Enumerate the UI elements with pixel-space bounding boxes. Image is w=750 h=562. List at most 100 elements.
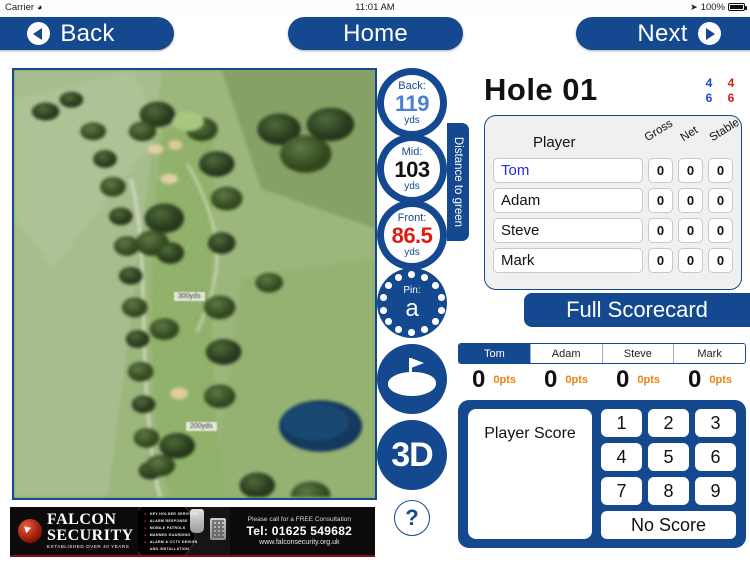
player-score-display[interactable]: Player Score — [468, 409, 592, 539]
distance-to-green-tab: Distance to green — [447, 123, 469, 241]
player-name-field[interactable]: Mark — [493, 248, 643, 273]
ad-service-list: KEY HOLDER SERVICES ALARM RESPONSE MOBIL… — [145, 511, 201, 553]
list-item: ALARM RESPONSE — [145, 518, 201, 525]
battery-full-icon — [728, 3, 747, 11]
three-d-view-button[interactable]: 3D — [377, 420, 447, 490]
score-group-mark: 0 0pts — [674, 365, 746, 395]
player-tab-bar: Tom Adam Steve Mark — [458, 343, 746, 364]
net-value: 0 — [678, 158, 703, 183]
table-row[interactable]: Steve 0 0 0 — [493, 218, 733, 243]
points-value: 0pts — [565, 374, 588, 386]
tab-player-tom[interactable]: Tom — [459, 344, 531, 363]
column-header-player: Player — [533, 134, 576, 151]
list-item: MOBILE PATROLS — [145, 525, 201, 532]
ad-cta-text: Please call for a FREE Consultation — [247, 516, 351, 523]
front-distance-value: 86.5 — [391, 222, 433, 248]
home-button[interactable]: Home — [288, 17, 463, 50]
three-d-label: 3D — [391, 435, 433, 474]
column-header-stable: Stable — [707, 116, 742, 144]
ad-brand-line2: SECURITY — [47, 527, 134, 545]
clock-label: 11:01 AM — [355, 1, 395, 13]
pin-position-button[interactable]: Pin: a — [377, 268, 447, 338]
key-6[interactable]: 6 — [695, 443, 736, 471]
page-title: Hole 01 — [484, 72, 598, 107]
table-row[interactable]: Adam 0 0 0 — [493, 188, 733, 213]
score-group-tom: 0 0pts — [458, 365, 530, 395]
net-value: 0 — [678, 248, 703, 273]
key-2[interactable]: 2 — [648, 409, 689, 437]
golf-gps-app: Carrier ◕ 11:01 AM ➤ 100% Back Home Next — [0, 0, 750, 562]
player-name-field[interactable]: Steve — [493, 218, 643, 243]
score-value: 0 — [472, 366, 486, 393]
list-item: ALARM & CCTV DESIGN AND INSTALLATION — [145, 539, 201, 553]
back-button[interactable]: Back — [0, 17, 174, 50]
mid-distance-value: 103 — [394, 156, 430, 182]
list-item: KEY HOLDER SERVICES — [145, 511, 201, 518]
next-button[interactable]: Next — [576, 17, 750, 50]
front-distance-bubble[interactable]: Front: 86.5 yds — [377, 200, 447, 270]
distance-to-green-label: Distance to green — [452, 136, 464, 228]
tab-label: Tom — [483, 347, 505, 360]
distance-marker: 200yds — [186, 422, 217, 431]
tab-label: Adam — [551, 347, 581, 360]
circle-left-arrow-icon — [27, 22, 51, 45]
back-distance-bubble[interactable]: Back: 119 yds — [377, 68, 447, 138]
column-header-gross: Gross — [642, 117, 676, 144]
net-value: 0 — [678, 218, 703, 243]
player-name-field[interactable]: Adam — [493, 188, 643, 213]
stable-value: 0 — [708, 218, 733, 243]
key-5[interactable]: 5 — [648, 443, 689, 471]
top-navigation: Back Home Next — [0, 14, 750, 54]
player-score-summary: 0 0pts 0 0pts 0 0pts 0 0pts — [458, 365, 746, 395]
par-index-grid: 4 4 6 6 — [698, 76, 742, 106]
par-blue-tee: 4 — [705, 76, 713, 90]
score-value: 0 — [616, 366, 630, 393]
ad-phone: Tel: 01625 549682 — [246, 524, 353, 538]
ad-brand-tagline: ESTABLISHED OVER 40 YEARS — [47, 544, 130, 550]
score-group-adam: 0 0pts — [530, 365, 602, 395]
home-button-label: Home — [343, 19, 408, 47]
status-bar: Carrier ◕ 11:01 AM ➤ 100% — [0, 0, 750, 14]
ad-feature-image: KEY HOLDER SERVICES ALARM RESPONSE MOBIL… — [137, 507, 230, 555]
distance-marker: 300yds — [174, 292, 205, 301]
help-button[interactable]: ? — [394, 500, 430, 536]
gross-value: 0 — [648, 158, 673, 183]
green-flag-icon[interactable] — [377, 344, 447, 414]
table-row[interactable]: Tom 0 0 0 — [493, 158, 733, 183]
numeric-keypad: 1 2 3 4 5 6 7 8 9 No Score — [601, 409, 736, 539]
index-red-tee: 6 — [727, 91, 735, 105]
score-group-steve: 0 0pts — [602, 365, 674, 395]
mid-distance-unit: yds — [404, 180, 420, 192]
tab-label: Mark — [697, 347, 722, 360]
battery-percent-label: 100% — [700, 1, 725, 13]
full-scorecard-button[interactable]: Full Scorecard — [524, 293, 750, 327]
hole-map[interactable]: 300yds 200yds — [12, 68, 377, 500]
player-name-field[interactable]: Tom — [493, 158, 643, 183]
key-3[interactable]: 3 — [695, 409, 736, 437]
falcon-bird-icon — [18, 519, 42, 543]
net-value: 0 — [678, 188, 703, 213]
stable-value: 0 — [708, 188, 733, 213]
tab-label: Steve — [623, 347, 652, 360]
key-8[interactable]: 8 — [648, 477, 689, 505]
key-9[interactable]: 9 — [695, 477, 736, 505]
gross-value: 0 — [648, 218, 673, 243]
back-distance-label: Back: — [398, 79, 426, 92]
ad-website: www.falconsecurity.org.uk — [259, 539, 340, 546]
location-arrow-icon: ➤ — [690, 1, 698, 12]
mid-distance-bubble[interactable]: Mid: 103 yds — [377, 134, 447, 204]
no-score-button[interactable]: No Score — [601, 511, 736, 539]
falcon-logo: FALCON SECURITY ESTABLISHED OVER 40 YEAR… — [10, 512, 134, 550]
stable-value: 0 — [708, 158, 733, 183]
key-1[interactable]: 1 — [601, 409, 642, 437]
key-4[interactable]: 4 — [601, 443, 642, 471]
back-button-label: Back — [60, 19, 115, 47]
key-7[interactable]: 7 — [601, 477, 642, 505]
tab-player-steve[interactable]: Steve — [602, 344, 675, 363]
tab-player-adam[interactable]: Adam — [530, 344, 603, 363]
tab-player-mark[interactable]: Mark — [674, 344, 745, 363]
ad-brand-line1: FALCON — [47, 511, 117, 529]
column-header-net: Net — [678, 124, 701, 144]
advertisement-banner[interactable]: FALCON SECURITY ESTABLISHED OVER 40 YEAR… — [10, 507, 375, 557]
table-row[interactable]: Mark 0 0 0 — [493, 248, 733, 273]
